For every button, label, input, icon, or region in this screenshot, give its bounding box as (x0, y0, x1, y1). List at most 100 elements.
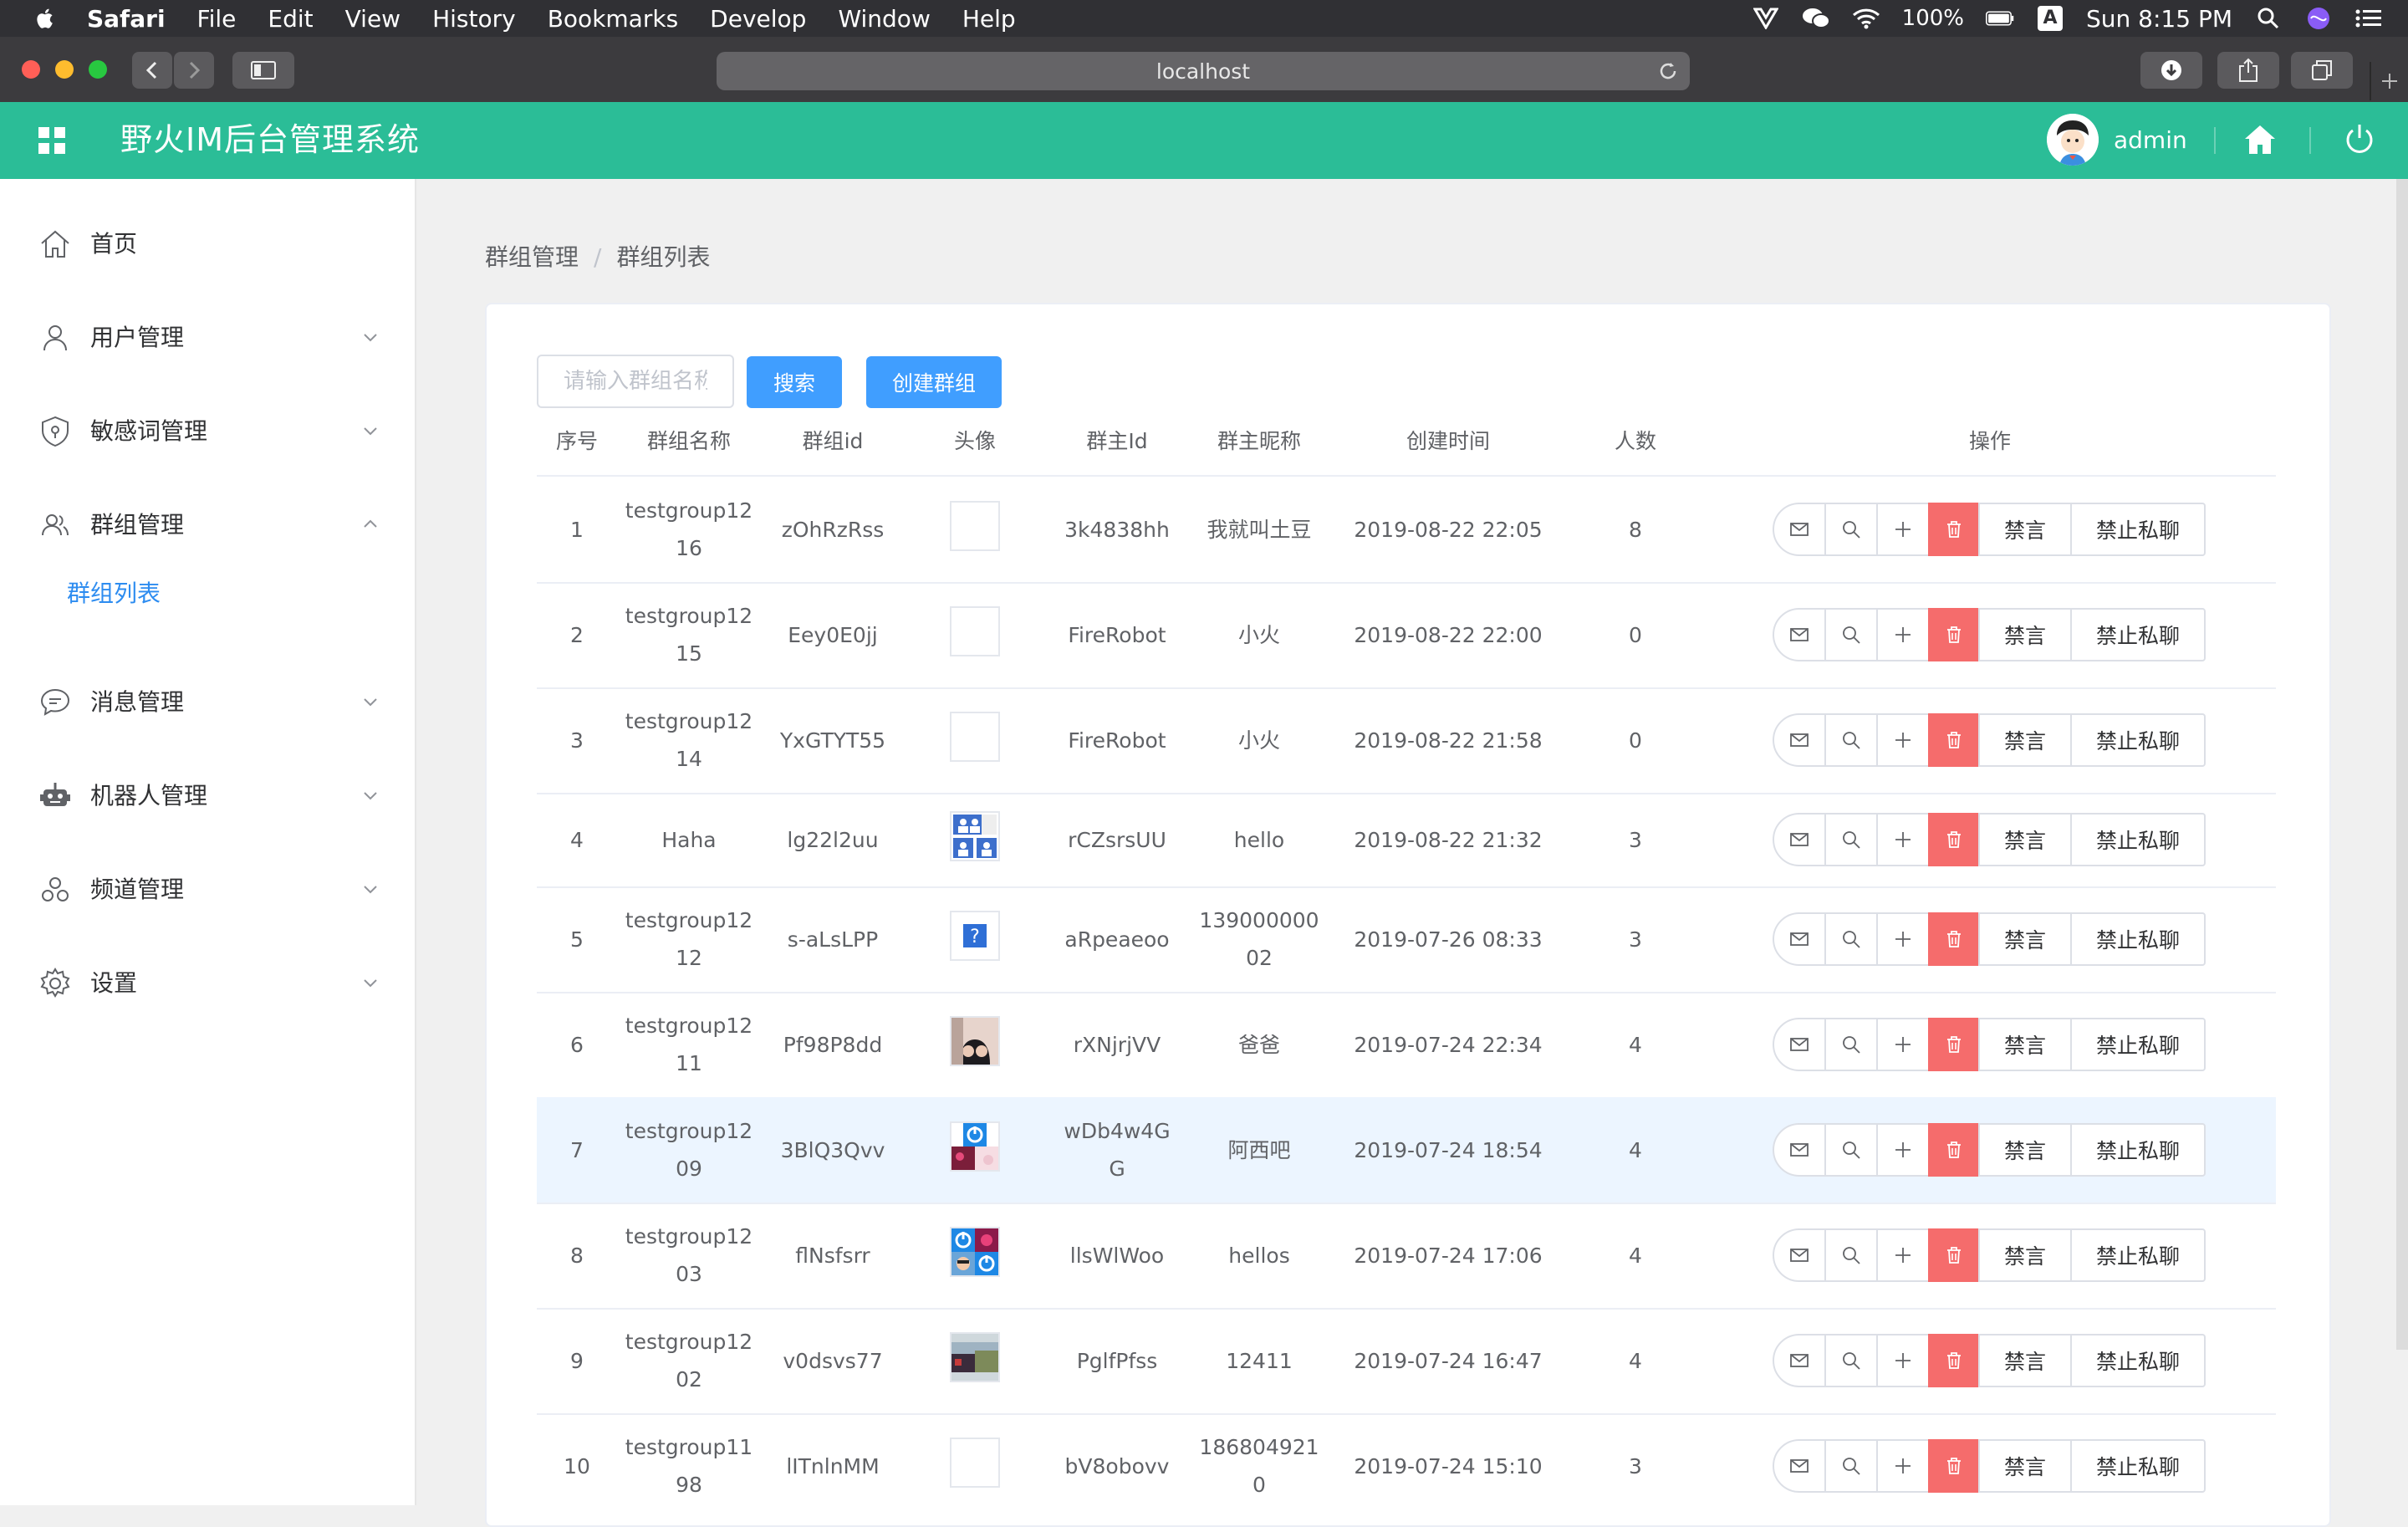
minimize-window-button[interactable] (55, 60, 74, 79)
delete-group-button[interactable] (1928, 912, 1980, 966)
send-message-button[interactable] (1773, 608, 1826, 661)
mute-group-button[interactable]: 禁言 (1978, 1228, 2072, 1282)
mute-group-button[interactable]: 禁言 (1978, 912, 2072, 966)
wifi-icon[interactable] (1852, 7, 1880, 30)
apple-icon[interactable] (32, 5, 59, 32)
delete-group-button[interactable] (1928, 713, 1980, 767)
mute-group-button[interactable]: 禁言 (1978, 503, 2072, 556)
mute-group-button[interactable]: 禁言 (1978, 1439, 2072, 1493)
menu-file[interactable]: File (197, 5, 237, 33)
add-member-button[interactable] (1876, 608, 1930, 661)
battery-icon[interactable] (1986, 7, 2014, 30)
view-members-button[interactable] (1824, 1228, 1878, 1282)
mute-group-button[interactable]: 禁言 (1978, 1334, 2072, 1387)
add-member-button[interactable] (1876, 813, 1930, 866)
zoom-window-button[interactable] (89, 60, 107, 79)
add-member-button[interactable] (1876, 1334, 1930, 1387)
sidebar-item-sensitive-words[interactable]: 敏感词管理 (0, 398, 415, 465)
forward-button[interactable] (174, 52, 214, 89)
delete-group-button[interactable] (1928, 1018, 1980, 1071)
delete-group-button[interactable] (1928, 503, 1980, 556)
disable-private-chat-button[interactable]: 禁止私聊 (2070, 1228, 2206, 1282)
disable-private-chat-button[interactable]: 禁止私聊 (2070, 1439, 2206, 1493)
disable-private-chat-button[interactable]: 禁止私聊 (2070, 503, 2206, 556)
add-member-button[interactable] (1876, 1018, 1930, 1071)
view-members-button[interactable] (1824, 912, 1878, 966)
power-logout-icon[interactable] (2343, 122, 2376, 156)
page-scrollbar-track[interactable] (2396, 179, 2408, 1350)
current-user-name[interactable]: admin (2114, 124, 2187, 157)
search-button[interactable]: 搜索 (747, 356, 842, 408)
add-member-button[interactable] (1876, 503, 1930, 556)
menu-edit[interactable]: Edit (268, 5, 313, 33)
add-member-button[interactable] (1876, 1123, 1930, 1177)
address-bar[interactable]: localhost (717, 52, 1690, 90)
view-members-button[interactable] (1824, 608, 1878, 661)
view-members-button[interactable] (1824, 1439, 1878, 1493)
delete-group-button[interactable] (1928, 1439, 1980, 1493)
send-message-button[interactable] (1773, 1334, 1826, 1387)
menu-history[interactable]: History (432, 5, 516, 33)
send-message-button[interactable] (1773, 1439, 1826, 1493)
disable-private-chat-button[interactable]: 禁止私聊 (2070, 713, 2206, 767)
delete-group-button[interactable] (1928, 1123, 1980, 1177)
input-source-icon[interactable]: A (2036, 6, 2064, 31)
menu-app-safari[interactable]: Safari (87, 5, 166, 33)
view-members-button[interactable] (1824, 1018, 1878, 1071)
view-members-button[interactable] (1824, 713, 1878, 767)
apps-grid-icon[interactable] (38, 127, 65, 154)
delete-group-button[interactable] (1928, 608, 1980, 661)
menu-window[interactable]: Window (838, 5, 930, 33)
view-members-button[interactable] (1824, 813, 1878, 866)
add-member-button[interactable] (1876, 1228, 1930, 1282)
spotlight-search-icon[interactable] (2254, 7, 2283, 30)
share-button[interactable] (2217, 52, 2279, 89)
delete-group-button[interactable] (1928, 1228, 1980, 1282)
sidebar-item-groups[interactable]: 群组管理 (0, 492, 415, 559)
menu-view[interactable]: View (345, 5, 400, 33)
send-message-button[interactable] (1773, 912, 1826, 966)
send-message-button[interactable] (1773, 1228, 1826, 1282)
disable-private-chat-button[interactable]: 禁止私聊 (2070, 1018, 2206, 1071)
downloads-button[interactable] (2140, 52, 2202, 89)
sidebar-item-home[interactable]: 首页 (0, 211, 415, 278)
send-message-button[interactable] (1773, 1123, 1826, 1177)
mute-group-button[interactable]: 禁言 (1978, 608, 2072, 661)
send-message-button[interactable] (1773, 713, 1826, 767)
disable-private-chat-button[interactable]: 禁止私聊 (2070, 608, 2206, 661)
send-message-button[interactable] (1773, 813, 1826, 866)
sidebar-item-messages[interactable]: 消息管理 (0, 669, 415, 736)
clock[interactable]: Sun 8:15 PM (2086, 5, 2232, 33)
view-members-button[interactable] (1824, 503, 1878, 556)
menu-help[interactable]: Help (962, 5, 1016, 33)
sidebar-item-channels[interactable]: 频道管理 (0, 856, 415, 923)
siri-icon[interactable] (2304, 7, 2333, 30)
back-button[interactable] (132, 52, 172, 89)
sidebar-toggle-button[interactable] (232, 52, 294, 89)
delete-group-button[interactable] (1928, 1334, 1980, 1387)
view-members-button[interactable] (1824, 1123, 1878, 1177)
disable-private-chat-button[interactable]: 禁止私聊 (2070, 1123, 2206, 1177)
send-message-button[interactable] (1773, 1018, 1826, 1071)
mute-group-button[interactable]: 禁言 (1978, 813, 2072, 866)
send-message-button[interactable] (1773, 503, 1826, 556)
wechat-icon[interactable] (1802, 7, 1830, 30)
vuejs-devtools-icon[interactable] (1752, 7, 1780, 30)
breadcrumb-item-groups[interactable]: 群组管理 (485, 243, 579, 271)
sidebar-subitem-group-list[interactable]: 群组列表 (67, 577, 161, 610)
delete-group-button[interactable] (1928, 813, 1980, 866)
close-window-button[interactable] (22, 60, 40, 79)
sidebar-item-users[interactable]: 用户管理 (0, 304, 415, 371)
tabs-overview-button[interactable] (2291, 52, 2353, 89)
add-member-button[interactable] (1876, 1439, 1930, 1493)
disable-private-chat-button[interactable]: 禁止私聊 (2070, 1334, 2206, 1387)
mute-group-button[interactable]: 禁言 (1978, 713, 2072, 767)
new-tab-button[interactable] (2370, 62, 2408, 100)
reload-icon[interactable] (1656, 59, 1680, 83)
disable-private-chat-button[interactable]: 禁止私聊 (2070, 912, 2206, 966)
add-member-button[interactable] (1876, 713, 1930, 767)
notification-center-icon[interactable] (2354, 7, 2383, 30)
menu-bookmarks[interactable]: Bookmarks (548, 5, 678, 33)
create-group-button[interactable]: 创建群组 (866, 356, 1002, 408)
avatar[interactable] (2047, 114, 2099, 166)
